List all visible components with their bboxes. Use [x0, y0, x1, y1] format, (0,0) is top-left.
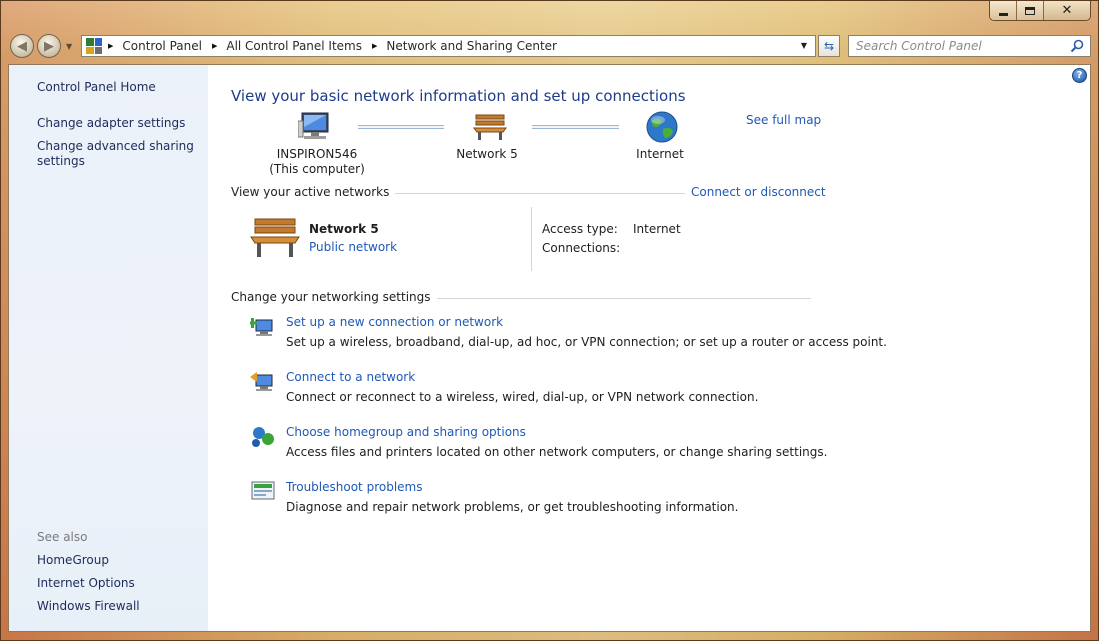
computer-sub: (This computer) [269, 162, 365, 176]
homegroup-link[interactable]: HomeGroup [37, 553, 109, 568]
breadcrumb-control-panel[interactable]: Control Panel [122, 39, 202, 53]
search-input[interactable]: Search Control Panel [848, 35, 1091, 57]
map-network-label: Network 5 [456, 147, 518, 161]
close-button[interactable]: ✕ [1044, 1, 1090, 20]
map-connection-line [358, 125, 444, 129]
connect-to-network-link[interactable]: Connect to a network [286, 370, 415, 384]
internet-globe-icon[interactable] [646, 111, 678, 143]
computer-icon[interactable] [298, 111, 332, 141]
access-type-value: Internet [633, 222, 681, 236]
active-networks-heading: View your active networks [231, 185, 396, 199]
troubleshoot-link[interactable]: Troubleshoot problems [286, 480, 422, 494]
address-dropdown-icon[interactable]: ▼ [801, 41, 807, 50]
page-title: View your basic network information and … [231, 87, 686, 105]
recent-pages-dropdown[interactable]: ▼ [66, 42, 72, 51]
bench-icon [250, 218, 300, 257]
troubleshoot-icon [251, 481, 275, 500]
computer-name: INSPIRON546 [276, 147, 358, 161]
minimize-button[interactable] [990, 1, 1017, 20]
connect-disconnect-link[interactable]: Connect or disconnect [685, 185, 826, 199]
see-also-heading: See also [37, 530, 88, 544]
back-button[interactable]: ◀ [10, 34, 34, 58]
help-icon[interactable]: ? [1072, 68, 1087, 83]
homegroup-icon [252, 427, 274, 447]
new-connection-icon [250, 318, 273, 336]
left-navigation-pane: Control Panel Home Change adapter settin… [9, 65, 208, 631]
access-type-label: Access type: [542, 222, 618, 236]
caption-buttons: ✕ [989, 1, 1091, 21]
client-area: Control Panel Home Change adapter settin… [8, 64, 1091, 632]
close-icon: ✕ [1061, 3, 1073, 18]
setup-new-connection-desc: Set up a wireless, broadband, dial-up, a… [286, 335, 887, 349]
map-connection-line [532, 125, 619, 129]
connections-label: Connections: [542, 241, 621, 255]
change-advanced-sharing-link[interactable]: Change advanced sharing settings [37, 139, 197, 169]
homegroup-sharing-desc: Access files and printers located on oth… [286, 445, 828, 459]
control-panel-home-link[interactable]: Control Panel Home [37, 80, 156, 95]
minimize-icon [998, 12, 1008, 16]
divider [531, 207, 532, 271]
map-internet-label: Internet [636, 147, 684, 161]
bench-icon[interactable] [473, 113, 507, 141]
breadcrumb-separator-icon[interactable]: ▶ [212, 42, 217, 50]
troubleshoot-desc: Diagnose and repair network problems, or… [286, 500, 739, 514]
refresh-button[interactable]: ⇆ [818, 35, 840, 57]
internet-options-link[interactable]: Internet Options [37, 576, 135, 591]
refresh-icon: ⇆ [823, 39, 835, 53]
forward-arrow-icon: ▶ [44, 38, 54, 54]
back-arrow-icon: ◀ [17, 38, 27, 54]
search-icon[interactable] [1070, 39, 1084, 53]
forward-button[interactable]: ▶ [37, 34, 61, 58]
windows-firewall-link[interactable]: Windows Firewall [37, 599, 140, 614]
navigation-bar: ◀ ▶ ▼ ▶ Control Panel ▶ All Control Pane… [8, 33, 1091, 59]
breadcrumb-separator-icon[interactable]: ▶ [372, 42, 377, 50]
networking-settings-heading: Change your networking settings [231, 290, 437, 304]
breadcrumb-network-sharing-center[interactable]: Network and Sharing Center [386, 39, 557, 53]
maximize-button[interactable] [1017, 1, 1044, 20]
address-bar[interactable]: ▶ Control Panel ▶ All Control Panel Item… [81, 35, 816, 57]
active-network-name: Network 5 [309, 222, 379, 236]
setup-new-connection-link[interactable]: Set up a new connection or network [286, 315, 503, 329]
see-full-map-link[interactable]: See full map [746, 113, 821, 127]
map-computer-label: INSPIRON546 (This computer) [267, 147, 367, 177]
homegroup-sharing-link[interactable]: Choose homegroup and sharing options [286, 425, 526, 439]
network-type-link[interactable]: Public network [309, 240, 397, 254]
search-placeholder: Search Control Panel [856, 39, 982, 53]
connect-network-icon [250, 372, 273, 391]
maximize-icon [1025, 6, 1035, 15]
connect-to-network-desc: Connect or reconnect to a wireless, wire… [286, 390, 759, 404]
breadcrumb-separator-icon[interactable]: ▶ [108, 42, 113, 50]
breadcrumb-all-items[interactable]: All Control Panel Items [226, 39, 362, 53]
control-panel-icon [86, 38, 102, 54]
change-adapter-settings-link[interactable]: Change adapter settings [37, 116, 185, 131]
